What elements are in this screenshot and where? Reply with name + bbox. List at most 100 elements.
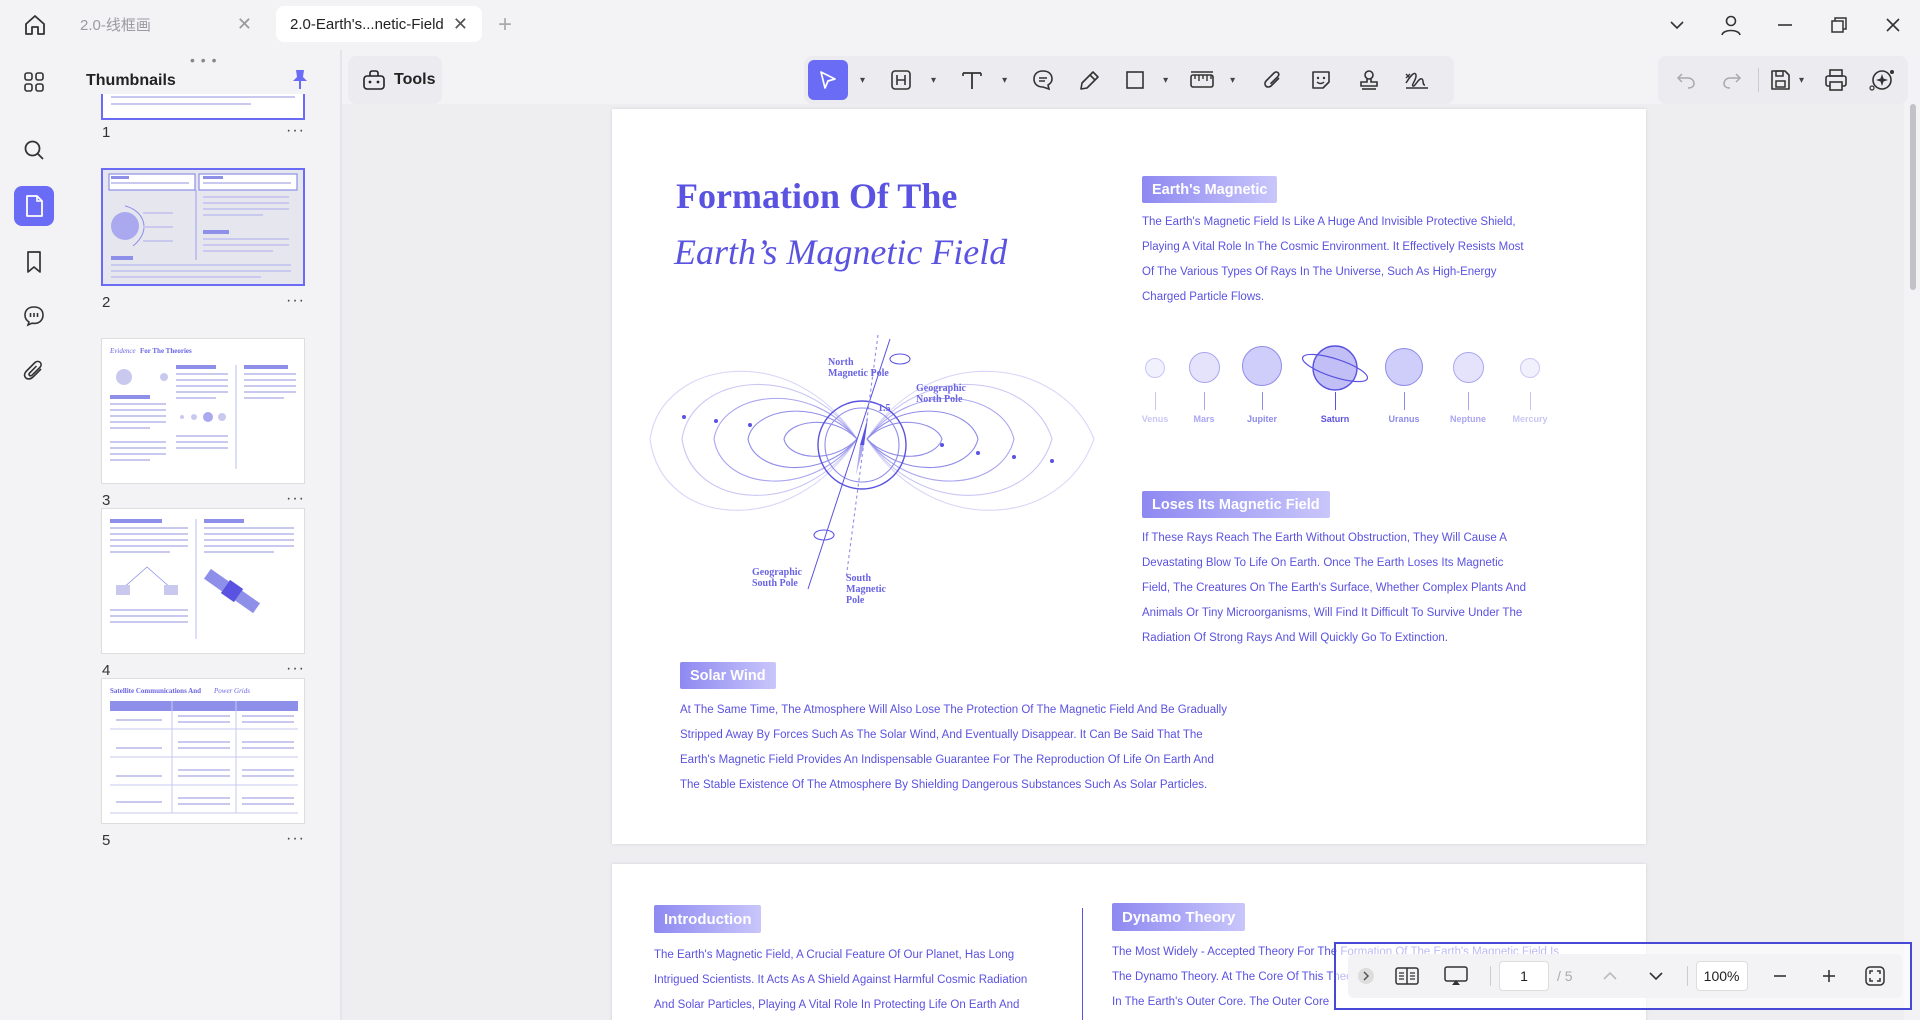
sticker-tool-button[interactable]: [1301, 60, 1341, 100]
comment-tool-button[interactable]: [1025, 60, 1061, 100]
presentation-button[interactable]: [1430, 956, 1482, 996]
text-tool-button[interactable]: [954, 60, 990, 100]
chevron-down-icon[interactable]: [1650, 0, 1704, 50]
text-line: The Earth's Magnetic Field, A Crucial Fe…: [654, 949, 1015, 961]
thumbnail-page-2[interactable]: [101, 168, 305, 286]
attach-tool-button[interactable]: [1253, 60, 1293, 100]
undo-button[interactable]: [1666, 60, 1706, 100]
text-line: Stripped Away By Forces Such As The Sola…: [680, 729, 1203, 741]
page-navigation-controls: 1 / 5 100%: [1348, 954, 1902, 998]
vertical-scrollbar[interactable]: [1906, 104, 1920, 1020]
measure-tool-button[interactable]: [1186, 60, 1218, 100]
thumbnail-number: 3: [102, 492, 111, 509]
thumbnail-number: 2: [102, 294, 111, 311]
rectangle-icon: [1126, 71, 1144, 89]
next-page-button[interactable]: [1633, 956, 1679, 996]
tab-bar: 2.0-线框画 ✕ 2.0-Earth's...netic-Field ✕ +: [0, 0, 1920, 50]
svg-text:Satellite Communications And: Satellite Communications And: [110, 687, 201, 695]
expand-bar-button[interactable]: [1348, 956, 1384, 996]
earths-magnetic-paragraph: The Earth's Magnetic Field Is Like A Hug…: [1142, 210, 1524, 310]
toolbar-divider: [1758, 68, 1759, 92]
chevron-down-icon[interactable]: ▾: [1799, 75, 1804, 86]
thumbnail-page-5[interactable]: Satellite Communications And Power Grids: [101, 678, 305, 824]
restore-icon[interactable]: [1812, 0, 1866, 50]
annotation-toolbar: ▾ ▾ ▾ ▾ ▾: [804, 56, 1454, 104]
ai-assistant-button[interactable]: [1862, 60, 1902, 100]
text-line: At The Same Time, The Atmosphere Will Al…: [680, 704, 1227, 716]
planet-jupiter: Jupiter: [1240, 346, 1284, 424]
print-button[interactable]: [1816, 60, 1856, 100]
geographic-north-pole-label: Geographic North Pole: [916, 383, 966, 405]
fit-page-button[interactable]: [1852, 956, 1898, 996]
highlight-tool-button[interactable]: [883, 60, 919, 100]
account-icon[interactable]: [1704, 0, 1758, 50]
bookmark-icon[interactable]: [14, 242, 54, 282]
chevron-down-icon[interactable]: ▾: [931, 75, 936, 86]
current-page-input[interactable]: 1: [1499, 961, 1549, 991]
text-line: The Stable Existence Of The Atmosphere B…: [680, 779, 1208, 791]
thumbnail-page-4[interactable]: [101, 508, 305, 654]
north-magnetic-pole-label: North Magnetic Pole: [828, 357, 889, 379]
close-window-icon[interactable]: [1866, 0, 1920, 50]
planet-mercury: Mercury: [1510, 358, 1550, 424]
comment-icon[interactable]: [14, 296, 54, 336]
planet-label: Uranus: [1388, 414, 1420, 424]
chevron-up-icon: [1603, 971, 1617, 980]
thumbnail-page-3[interactable]: Evidence For The Theories: [101, 338, 305, 484]
apps-grid-icon[interactable]: [14, 62, 54, 102]
thumbnails-header: Thumbnails: [86, 72, 176, 89]
select-tool-button[interactable]: [808, 60, 848, 100]
close-icon[interactable]: ✕: [237, 14, 252, 35]
total-pages: / 5: [1557, 968, 1573, 984]
search-icon[interactable]: [14, 130, 54, 170]
text-line: Playing A Vital Role In The Cosmic Envir…: [1142, 241, 1524, 253]
chevron-down-icon[interactable]: ▾: [1163, 75, 1168, 86]
thumbnail-page-1[interactable]: [101, 94, 305, 120]
close-icon[interactable]: ✕: [453, 14, 468, 35]
thumbnails-page-icon[interactable]: [14, 186, 54, 226]
previous-page-button[interactable]: [1587, 956, 1633, 996]
planet-label: Neptune: [1450, 414, 1486, 424]
planet-neptune: Neptune: [1446, 352, 1490, 424]
more-options-icon[interactable]: ···: [286, 660, 305, 678]
zoom-out-button[interactable]: [1754, 956, 1806, 996]
save-button[interactable]: [1765, 60, 1795, 100]
text-line: Charged Particle Flows.: [1142, 291, 1265, 303]
shape-tool-button[interactable]: [1119, 60, 1151, 100]
home-icon[interactable]: [18, 12, 52, 38]
pin-icon[interactable]: [290, 68, 310, 95]
tab-label: 2.0-Earth's...netic-Field: [290, 15, 444, 33]
attachment-icon[interactable]: [14, 350, 54, 390]
more-options-icon[interactable]: ···: [286, 830, 305, 848]
planet-label: Mars: [1193, 414, 1215, 424]
add-tab-icon[interactable]: +: [498, 11, 512, 39]
scrollbar-thumb[interactable]: [1910, 104, 1916, 290]
more-options-icon[interactable]: ···: [286, 122, 305, 140]
earths-magnetic-heading: Earth's Magnetic: [1142, 176, 1278, 203]
comment-bubble-icon: [1033, 70, 1053, 91]
panel-drag-handle[interactable]: • • •: [190, 52, 217, 68]
minimize-icon[interactable]: [1758, 0, 1812, 50]
redo-icon: [1723, 73, 1742, 89]
page-layout-button[interactable]: [1384, 956, 1430, 996]
tools-button[interactable]: Tools: [348, 56, 442, 104]
tab-wireframe[interactable]: 2.0-线框画 ✕: [66, 6, 266, 42]
chevron-down-icon[interactable]: ▾: [1002, 75, 1007, 86]
zoom-level-input[interactable]: 100%: [1695, 961, 1748, 991]
chevron-down-icon[interactable]: ▾: [860, 75, 865, 86]
zoom-in-button[interactable]: [1806, 956, 1852, 996]
tab-earths-magnetic-field[interactable]: 2.0-Earth's...netic-Field ✕: [276, 6, 482, 42]
loses-magnetic-field-paragraph: If These Rays Reach The Earth Without Ob…: [1142, 526, 1526, 651]
pen-icon: [1080, 71, 1099, 90]
column-divider: [1082, 908, 1083, 1020]
document-viewport[interactable]: Formation Of The Earth’s Magnetic Field: [342, 104, 1904, 1020]
text-line: Devastating Blow To Life On Earth. Once …: [1142, 557, 1504, 569]
redo-button[interactable]: [1712, 60, 1752, 100]
chevron-down-icon[interactable]: ▾: [1230, 75, 1235, 86]
more-options-icon[interactable]: ···: [286, 490, 305, 508]
undo-icon: [1676, 73, 1695, 89]
signature-tool-button[interactable]: [1397, 60, 1437, 100]
stamp-tool-button[interactable]: [1349, 60, 1389, 100]
more-options-icon[interactable]: ···: [286, 292, 305, 310]
pen-tool-button[interactable]: [1069, 60, 1111, 100]
